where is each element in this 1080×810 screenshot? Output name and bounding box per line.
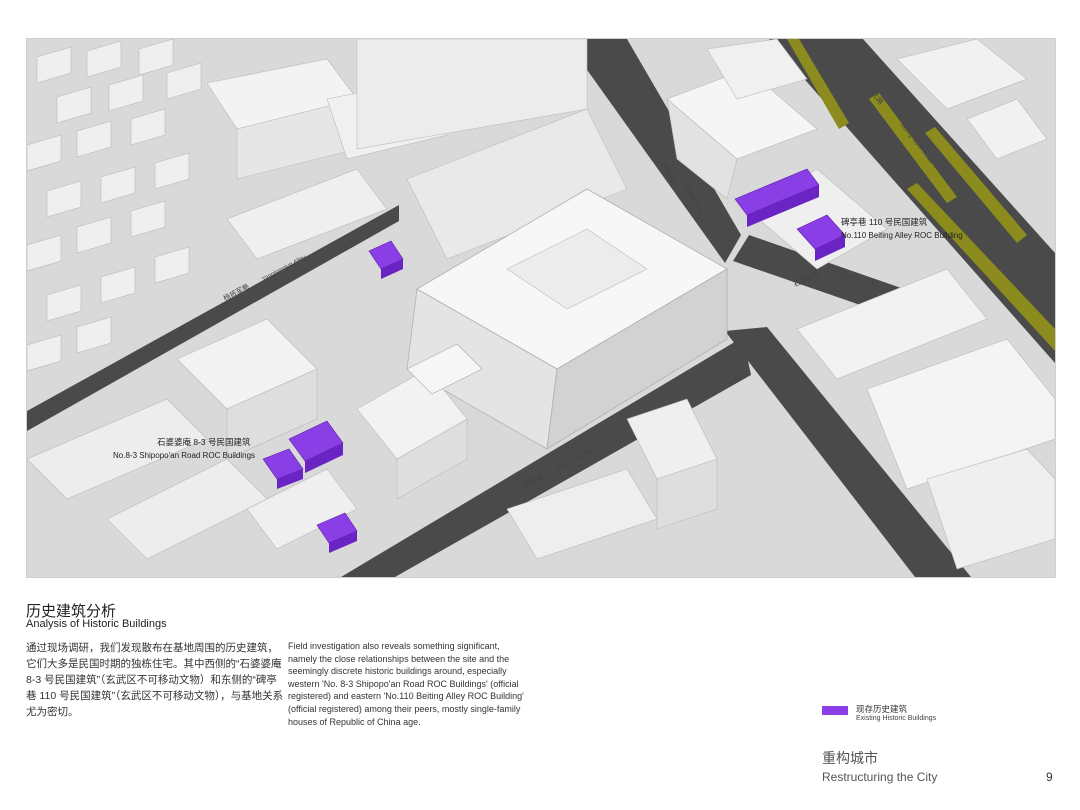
page-number: 9 [1046, 770, 1053, 784]
site-axonometric-map: 碑亭巷 110 号民国建筑 No.110 Beiting Alley ROC B… [26, 38, 1056, 578]
shipopoan-building-label-en: No.8-3 Shipopo'an Road ROC Buildings [113, 451, 255, 460]
body-text-zh: 通过现场调研，我们发现散布在基地周围的历史建筑，它们大多是民国时期的独栋住宅。其… [26, 642, 284, 718]
series-title-en: Restructuring the City [822, 770, 938, 784]
series-title-zh: 重构城市 [822, 750, 878, 766]
section-title-en: Analysis of Historic Buildings [26, 618, 167, 630]
map-drawing: 碑亭巷 110 号民国建筑 No.110 Beiting Alley ROC B… [27, 39, 1055, 577]
legend-label-zh: 现存历史建筑 [856, 704, 908, 714]
beiting-building-label-zh: 碑亭巷 110 号民国建筑 [841, 217, 928, 227]
legend-label-en: Existing Historic Buildings [856, 715, 937, 722]
legend-swatch [822, 706, 848, 715]
shipopoan-building-label-zh: 石婆婆庵 8-3 号民国建筑 [157, 437, 251, 447]
body-text-en: Field investigation also reveals somethi… [288, 641, 524, 727]
beiting-building-label-en: No.110 Beiting Alley ROC Building [841, 231, 963, 240]
